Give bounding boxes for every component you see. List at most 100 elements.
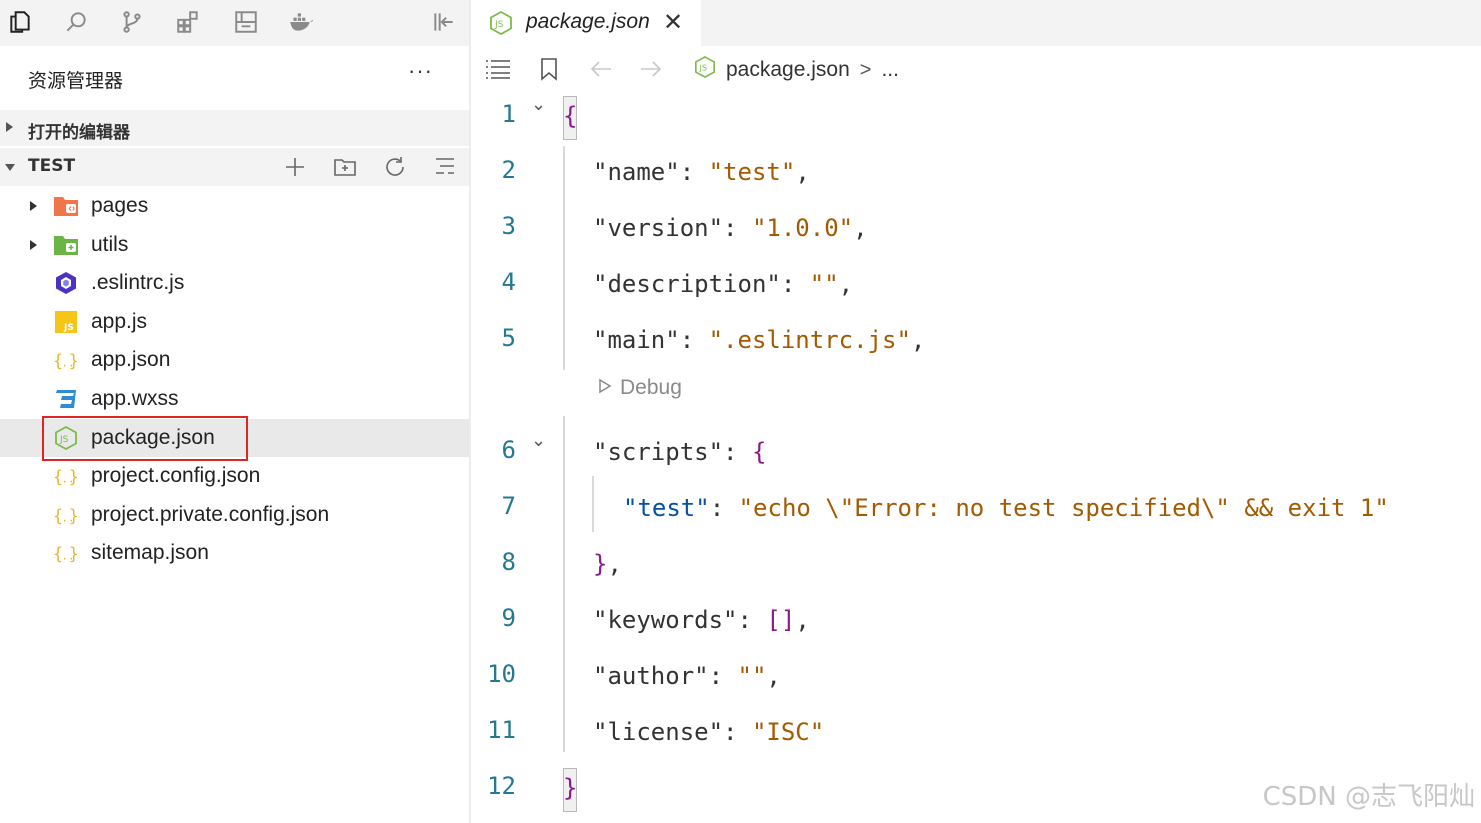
folder-icon: [53, 233, 79, 257]
line-number: 11: [487, 716, 516, 744]
nodejs-icon: JS: [694, 55, 716, 84]
code-line: 1 ⌄ {: [471, 90, 1481, 146]
tree-item-pages[interactable]: pages: [0, 187, 469, 226]
chevron-right-icon: [30, 239, 37, 250]
debug-codelens[interactable]: Debug: [598, 376, 682, 400]
chevron-down-icon[interactable]: ⌄: [531, 94, 546, 115]
line-number: 7: [501, 492, 516, 520]
bookmark-icon[interactable]: [534, 54, 564, 84]
code-editor: JS package.json ✕ JS package.json > ...: [471, 0, 1481, 823]
breadcrumb-file-label: package.json: [726, 58, 850, 81]
open-editors-section[interactable]: 打开的编辑器: [0, 110, 469, 146]
more-actions-icon[interactable]: ···: [408, 58, 433, 84]
collapse-all-icon[interactable]: [431, 153, 459, 181]
tab-bar: JS package.json ✕: [471, 0, 1481, 46]
refresh-icon[interactable]: [381, 153, 409, 181]
svg-text:JS: JS: [699, 63, 708, 73]
play-icon: [598, 376, 612, 400]
json-icon: {..}: [53, 348, 79, 372]
tree-item-project-private-config[interactable]: {..} project.private.config.json: [0, 496, 469, 535]
breadcrumb: JS package.json > ...: [471, 46, 1481, 90]
line-number: 6: [501, 436, 516, 464]
nodejs-icon: JS: [489, 10, 513, 40]
watermark: CSDN @志飞阳灿: [1262, 782, 1475, 812]
line-number: 3: [501, 212, 516, 240]
code-line: 4 "description": "",: [471, 258, 1481, 314]
code-line: 5 "main": ".eslintrc.js",: [471, 314, 1481, 370]
line-number: 1: [501, 100, 516, 128]
new-file-icon[interactable]: [281, 153, 309, 181]
line-number: 8: [501, 548, 516, 576]
line-number: 12: [487, 772, 516, 800]
eslint-icon: [53, 271, 79, 295]
docker-icon[interactable]: [285, 6, 317, 38]
project-toolbar: [281, 153, 459, 181]
svg-text:}: }: [69, 544, 79, 564]
tree-item-utils[interactable]: utils: [0, 226, 469, 265]
file-name: .eslintrc.js: [91, 271, 185, 295]
source-control-icon[interactable]: [116, 6, 148, 38]
breadcrumb-file[interactable]: JS package.json > ...: [694, 55, 899, 84]
code-text: "test": "echo \"Error: no test specified…: [623, 494, 1389, 522]
file-name: project.config.json: [91, 464, 261, 488]
svg-text:JS: JS: [63, 323, 74, 333]
code-line: 8 },: [471, 538, 1481, 594]
code-line: 3 "version": "1.0.0",: [471, 202, 1481, 258]
extensions-icon[interactable]: [172, 6, 204, 38]
arrow-right-icon[interactable]: [636, 54, 666, 84]
close-icon[interactable]: ✕: [663, 8, 683, 37]
line-number: 10: [487, 660, 516, 688]
tree-item-app-wxss[interactable]: app.wxss: [0, 380, 469, 419]
layout-icon[interactable]: [230, 6, 262, 38]
tree-item-sitemap[interactable]: {..} sitemap.json: [0, 534, 469, 573]
code-text: "version": "1.0.0",: [593, 214, 868, 242]
code-line: 7 "test": "echo \"Error: no test specifi…: [471, 482, 1481, 538]
code-text: "keywords": [],: [593, 606, 810, 634]
file-tree: pages utils .eslintrc.js JS app.js {.. …: [0, 187, 469, 573]
chevron-right-icon: >: [859, 58, 872, 81]
svg-text:}: }: [69, 351, 79, 371]
line-number: 5: [501, 324, 516, 352]
collapse-panel-icon[interactable]: [428, 6, 460, 38]
outline-list-icon[interactable]: [483, 54, 513, 84]
file-name: app.wxss: [91, 386, 179, 410]
tab-label: package.json: [526, 10, 650, 33]
tab-package-json[interactable]: JS package.json ✕: [471, 0, 701, 46]
debug-label: Debug: [620, 376, 682, 399]
file-name: app.json: [91, 348, 171, 372]
tree-item-app-js[interactable]: JS app.js: [0, 303, 469, 342]
file-name: sitemap.json: [91, 541, 209, 565]
arrow-left-icon[interactable]: [586, 54, 616, 84]
new-folder-icon[interactable]: [331, 153, 359, 181]
line-number: 4: [501, 268, 516, 296]
folder-icon: [53, 194, 79, 218]
line-number: 9: [501, 604, 516, 632]
code-text: }: [563, 774, 578, 802]
json-icon: {..}: [53, 541, 79, 565]
explorer-sidebar: 资源管理器 ··· 打开的编辑器 TEST pages utils .eslin…: [0, 0, 469, 823]
tree-item-app-json[interactable]: {..} app.json: [0, 341, 469, 380]
code-line: 2 "name": "test",: [471, 146, 1481, 202]
explorer-header: 资源管理器 ···: [0, 46, 469, 108]
project-section[interactable]: TEST: [0, 148, 469, 186]
file-name: project.private.config.json: [91, 502, 330, 526]
selection-highlight-box: [42, 416, 248, 461]
code-line: 11 "license": "ISC": [471, 706, 1481, 762]
svg-text:JS: JS: [494, 20, 504, 30]
activity-bar: [0, 0, 469, 46]
search-icon[interactable]: [60, 6, 92, 38]
chevron-down-icon[interactable]: ⌄: [531, 430, 546, 451]
code-text: "description": "",: [593, 270, 854, 298]
tree-item-project-config[interactable]: {..} project.config.json: [0, 457, 469, 496]
breadcrumb-more[interactable]: ...: [881, 58, 899, 82]
javascript-icon: JS: [53, 310, 79, 334]
file-name: pages: [91, 194, 149, 217]
json-icon: {..}: [53, 503, 79, 527]
code-line: 6 ⌄ "scripts": {: [471, 426, 1481, 482]
css-icon: [53, 387, 79, 411]
code-text: "author": "",: [593, 662, 781, 690]
tree-item-eslintrc[interactable]: .eslintrc.js: [0, 264, 469, 303]
files-icon[interactable]: [4, 6, 36, 38]
code-line: 9 "keywords": [],: [471, 594, 1481, 650]
code-text: "name": "test",: [593, 158, 810, 186]
